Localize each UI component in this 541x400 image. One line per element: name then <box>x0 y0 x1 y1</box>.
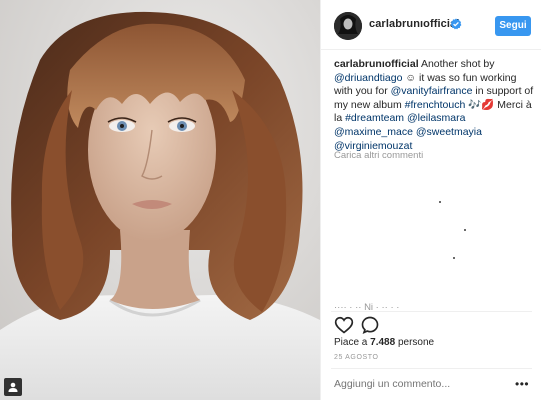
caption-text: Another shot by @driuandtiago ☺ it was s… <box>334 58 533 152</box>
instagram-post-modal: carlabrunıofficial Segui carlabrunıoffic… <box>0 0 541 400</box>
post-header: carlabrunıofficial Segui <box>321 0 541 50</box>
post-side-panel: carlabrunıofficial Segui carlabrunıoffic… <box>320 0 541 400</box>
caption-link[interactable]: @maxime_mace <box>334 126 413 138</box>
portrait-image <box>0 0 320 400</box>
add-comment-input[interactable] <box>334 378 504 390</box>
caption-link[interactable]: #frenchtouch <box>405 99 466 111</box>
scroll-artifact-dot <box>453 257 455 259</box>
scroll-artifact-dot <box>439 201 441 203</box>
divider <box>331 311 532 312</box>
caption-link[interactable]: @driuandtiago <box>334 72 402 84</box>
post-caption: carlabrunıofficial Another shot by @driu… <box>334 58 534 153</box>
likes-count[interactable]: Piace a 7.488 persone <box>334 337 434 348</box>
divider <box>331 368 532 369</box>
likes-suffix: persone <box>395 337 435 348</box>
caption-link[interactable]: #dreamteam <box>345 112 404 124</box>
likes-number: 7.488 <box>370 337 396 348</box>
avatar[interactable] <box>334 12 362 40</box>
heart-icon[interactable] <box>334 315 354 335</box>
speech-bubble-icon[interactable] <box>360 315 380 335</box>
verified-badge-icon <box>450 17 462 30</box>
follow-button[interactable]: Segui <box>495 16 531 36</box>
scroll-artifact-dot <box>464 229 466 231</box>
caption-link[interactable]: @vanityfairfrance <box>391 85 473 97</box>
post-photo[interactable] <box>0 0 320 400</box>
more-options-button[interactable]: ••• <box>515 378 529 390</box>
user-tag-icon[interactable] <box>4 378 22 396</box>
load-more-comments-link[interactable]: Carica altri commenti <box>334 150 423 161</box>
caption-link[interactable]: @sweetmayia <box>416 126 482 138</box>
post-date[interactable]: 25 AGOSTO <box>334 354 379 361</box>
caption-username[interactable]: carlabrunıofficial <box>334 58 419 70</box>
username[interactable]: carlabrunıofficial <box>369 18 459 30</box>
caption-link[interactable]: @leilasmara <box>407 112 466 124</box>
caption-text-segment: Another shot by <box>418 58 495 70</box>
likes-prefix: Piace a <box>334 337 371 348</box>
